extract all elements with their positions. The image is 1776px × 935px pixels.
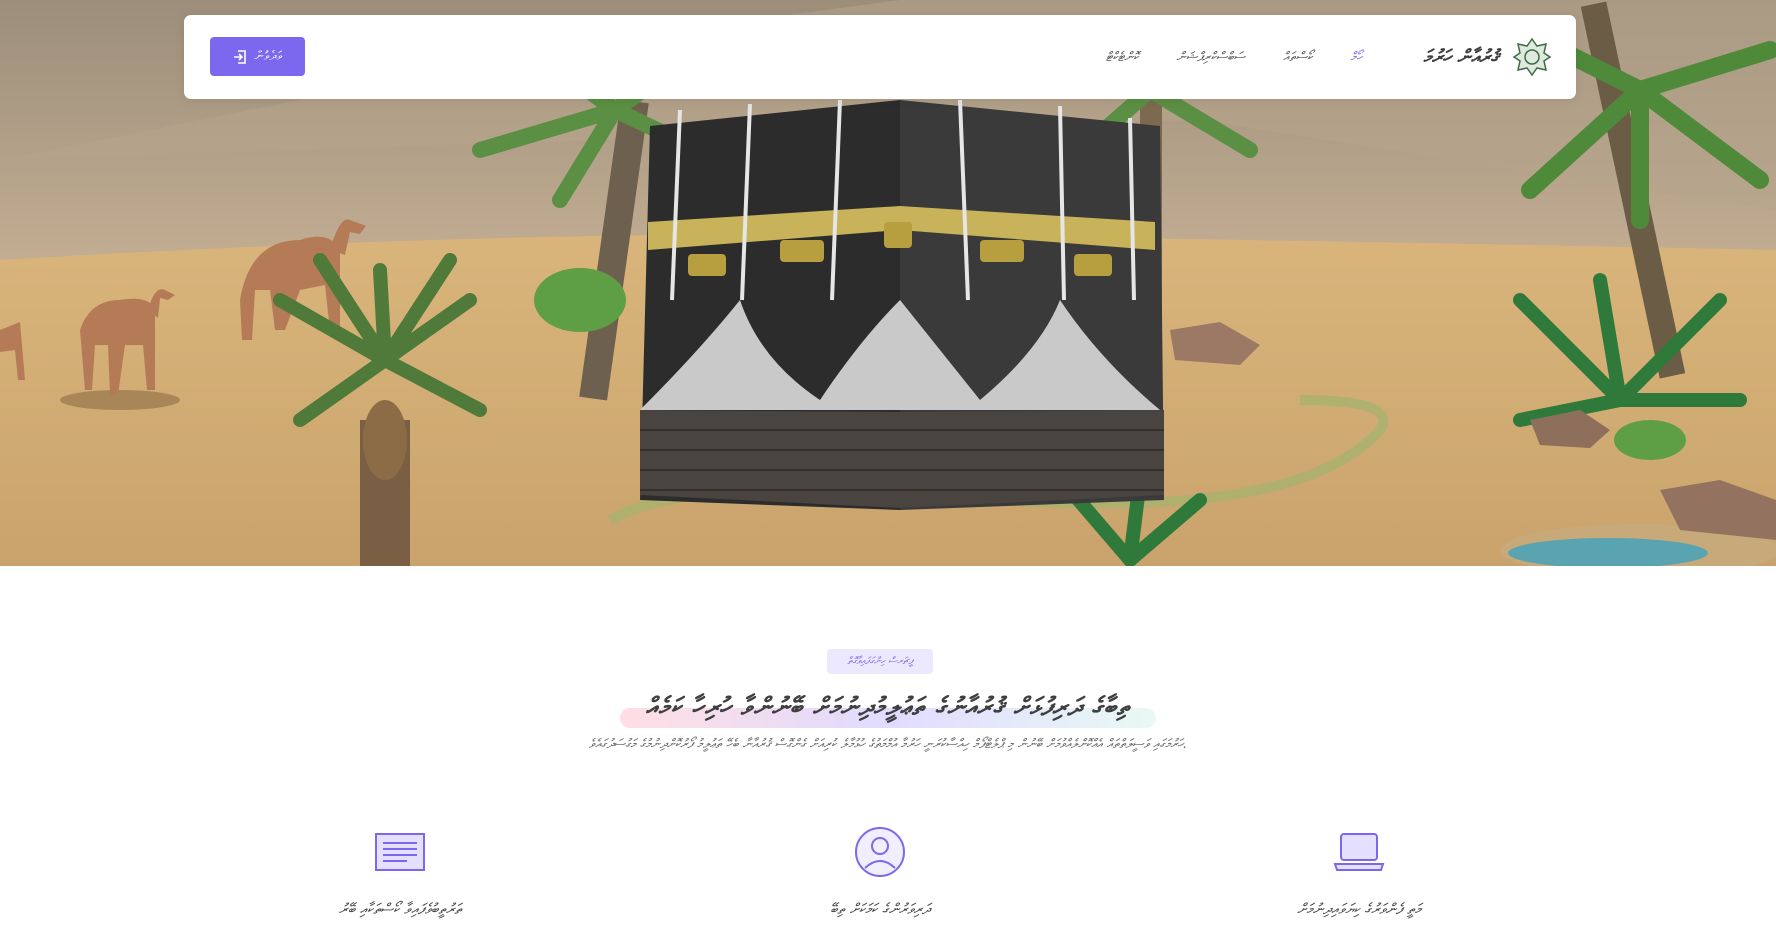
brand[interactable]: ޤުރުއާން ހަރުމަ	[1423, 35, 1552, 79]
feature-label: ދަރިވަރުންގެ ކަމަކަށް ތިބޭ	[830, 900, 930, 918]
section-tag: ފީޗަރސް ހިންގަފައިވާގޮތް	[827, 649, 933, 674]
nav-links: ހޯމް ކޯސްތައް ސަބްސްކްރިޕްޝަން ކޮންޓެކްޓ…	[1106, 15, 1362, 99]
nav-subscription[interactable]: ސަބްސްކްރިޕްޝަން	[1176, 50, 1245, 65]
features-section: ފީޗަރސް ހިންގަފައިވާގޮތް ތިބާގެ ދަރިފުޅަ…	[0, 566, 1776, 935]
user-circle-icon	[855, 827, 905, 877]
document-lines-icon	[375, 833, 425, 871]
login-label: ވަދެވުން	[254, 49, 283, 64]
feature-label: ތަރުތީބުވެފައިވާ ކޯސްތަކާއި ބޭރު	[338, 900, 462, 918]
nav-contact[interactable]: ކޮންޓެކްޓް	[1106, 50, 1139, 65]
section-subheading: ހަރުމަގައި ވަސީލަތްތައް އެއްކޮށްލެއްވުމަ…	[588, 737, 1188, 752]
brand-name: ޤުރުއާން ހަރުމަ	[1423, 46, 1498, 68]
login-icon	[234, 49, 247, 64]
star-logo-icon	[1512, 37, 1552, 77]
feature-card: މަތީ ފެންވަރުގެ ކިޔަވައިދިނުމަށް	[1209, 824, 1509, 918]
navbar: ވަދެވުން ހޯމް ކޯސްތައް ސަބްސްކްރިޕްޝަން …	[184, 15, 1576, 99]
laptop-icon	[1333, 833, 1385, 871]
login-button[interactable]: ވަދެވުން	[210, 37, 305, 76]
nav-home[interactable]: ހޯމް	[1350, 50, 1362, 65]
feature-card: ތަރުތީބުވެފައިވާ ކޯސްތަކާއި ބޭރު	[250, 824, 550, 918]
feature-card: ދަރިވަރުންގެ ކަމަކަށް ތިބޭ	[730, 824, 1030, 918]
nav-courses[interactable]: ކޯސްތައް	[1283, 50, 1312, 65]
section-heading: ތިބާގެ ދަރިފުޅަށް ޤުރުއާނުގެ ތަޢުލީމުދިނ…	[645, 692, 1131, 721]
feature-label: މަތީ ފެންވަރުގެ ކިޔަވައިދިނުމަށް	[1297, 900, 1421, 918]
hero-banner: ވަދެވުން ހޯމް ކޯސްތައް ސަބްސްކްރިޕްޝަން …	[0, 0, 1776, 566]
heading-container: ތިބާގެ ދަރިފުޅަށް ޤުރުއާނުގެ ތަޢުލީމުދިނ…	[0, 692, 1776, 722]
